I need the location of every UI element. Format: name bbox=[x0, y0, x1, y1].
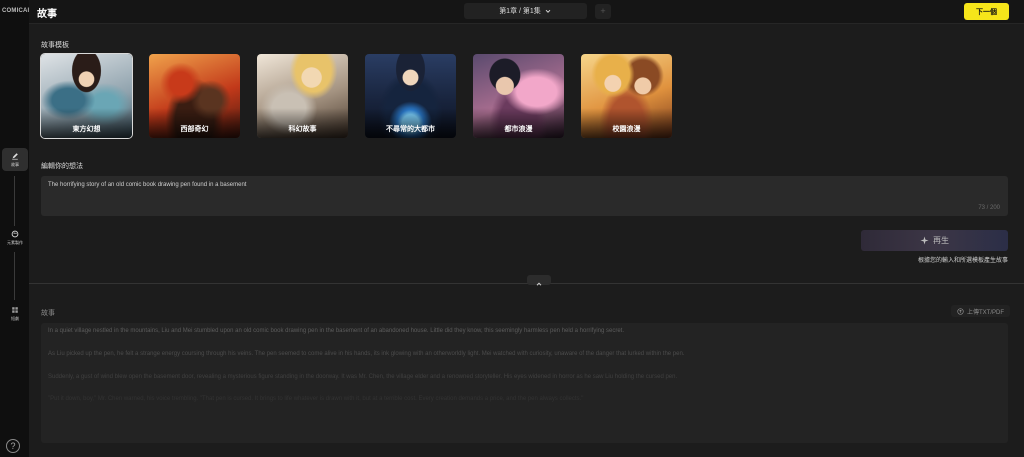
template-card-unusual-metropolis[interactable]: 不尋常的大都市 bbox=[365, 54, 456, 138]
template-card-sci-fi[interactable]: 科幻故事 bbox=[257, 54, 348, 138]
page-title: 故事 bbox=[37, 9, 57, 20]
template-label: 都市浪漫 bbox=[504, 126, 533, 133]
chapter-selector-label: 第1章 / 第1集 bbox=[499, 8, 541, 15]
template-card-campus-romance[interactable]: 校園浪漫 bbox=[581, 54, 672, 138]
rail-item-label: 故事 bbox=[11, 162, 19, 167]
template-card-urban-romance[interactable]: 都市浪漫 bbox=[473, 54, 564, 138]
story-paragraph: "Put it down, boy," Mr. Chen warned, his… bbox=[48, 396, 584, 402]
rail-item-label: 元素製作 bbox=[7, 240, 23, 245]
rail-divider bbox=[14, 252, 15, 300]
upload-button[interactable]: 上傳TXT/PDF bbox=[951, 305, 1010, 317]
rail-divider bbox=[14, 176, 15, 226]
collapse-toggle[interactable] bbox=[527, 275, 551, 286]
template-label: 東方幻想 bbox=[72, 126, 101, 133]
idea-input-value: The horrifying story of an old comic boo… bbox=[48, 182, 247, 188]
idea-input[interactable]: The horrifying story of an old comic boo… bbox=[41, 176, 1008, 216]
story-paragraph: As Liu picked up the pen, he felt a stra… bbox=[48, 351, 685, 357]
story-paragraph: In a quiet village nestled in the mounta… bbox=[48, 328, 625, 334]
upload-label: 上傳TXT/PDF bbox=[967, 309, 1004, 316]
help-button[interactable]: ? bbox=[6, 439, 20, 453]
rail-item-story[interactable]: 故事 bbox=[2, 148, 28, 171]
story-label: 故事 bbox=[41, 310, 55, 317]
upload-icon bbox=[957, 307, 964, 315]
template-label: 不尋常的大都市 bbox=[386, 126, 435, 133]
regenerate-button[interactable]: 再生 bbox=[861, 230, 1008, 251]
left-rail: COMICAI 故事 元素製作 短劇 ? bbox=[0, 0, 29, 457]
top-header: 故事 第1章 / 第1集 + 下一個 bbox=[29, 0, 1024, 24]
rail-item-label: 短劇 bbox=[11, 316, 19, 321]
templates-label: 故事模板 bbox=[41, 42, 69, 49]
sparkle-icon bbox=[920, 236, 929, 245]
idea-label: 編輯你的想法 bbox=[41, 163, 83, 170]
add-episode-button[interactable]: + bbox=[595, 4, 611, 19]
story-paragraph: Suddenly, a gust of wind blew open the b… bbox=[48, 374, 678, 380]
main-content: 故事模板 東方幻想 西部奇幻 科幻故事 不尋常的大都市 都市浪漫 校園浪漫 編輯… bbox=[29, 24, 1024, 457]
template-list: 東方幻想 西部奇幻 科幻故事 不尋常的大都市 都市浪漫 校園浪漫 bbox=[40, 53, 672, 139]
palette-icon bbox=[11, 230, 19, 238]
rail-item-elements[interactable]: 元素製作 bbox=[2, 230, 28, 246]
regenerate-hint: 根據您的輸入和所選模板產生故事 bbox=[917, 258, 1008, 264]
chapter-selector[interactable]: 第1章 / 第1集 bbox=[464, 3, 587, 19]
template-label: 校園浪漫 bbox=[612, 126, 641, 133]
idea-char-count: 73 / 200 bbox=[978, 205, 1000, 211]
rail-item-short-drama[interactable]: 短劇 bbox=[2, 306, 28, 322]
chevron-down-icon bbox=[545, 9, 551, 13]
regenerate-label: 再生 bbox=[933, 236, 949, 245]
story-textarea[interactable]: In a quiet village nestled in the mounta… bbox=[41, 323, 1008, 443]
app-logo: COMICAI bbox=[2, 8, 30, 14]
template-card-eastern-fantasy[interactable]: 東方幻想 bbox=[40, 53, 133, 139]
pen-icon bbox=[12, 153, 18, 160]
template-card-western-fantasy[interactable]: 西部奇幻 bbox=[149, 54, 240, 138]
template-label: 西部奇幻 bbox=[180, 126, 209, 133]
next-button[interactable]: 下一個 bbox=[964, 3, 1009, 20]
grid-icon bbox=[12, 307, 18, 313]
chevron-up-icon bbox=[536, 282, 542, 286]
template-label: 科幻故事 bbox=[288, 126, 317, 133]
